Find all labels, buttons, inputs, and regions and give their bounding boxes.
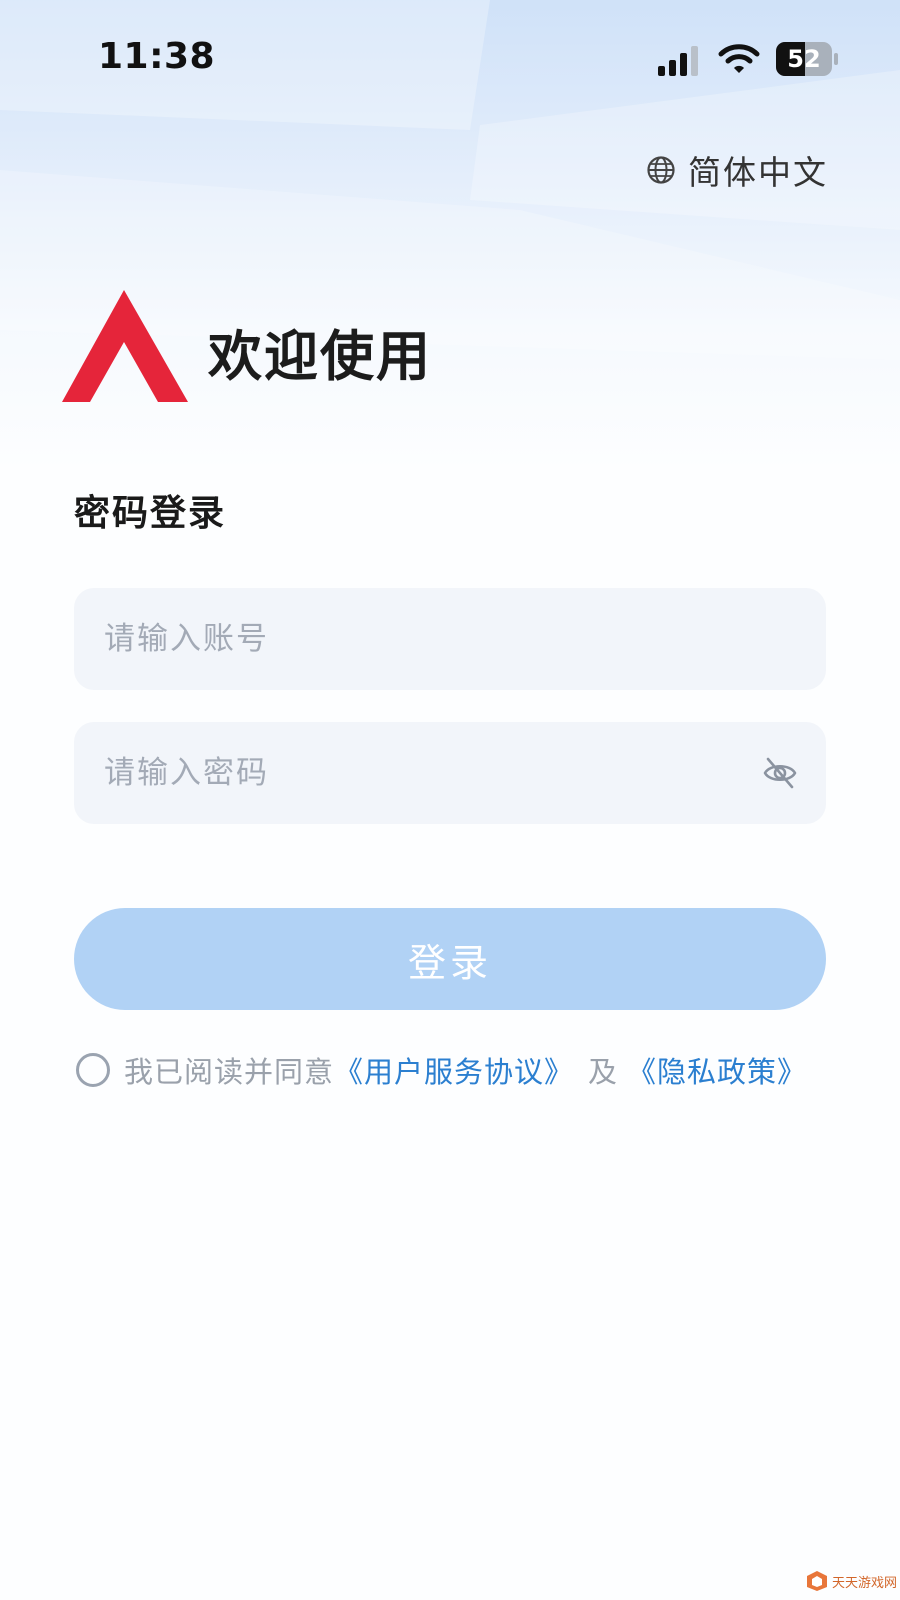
agreement-row: 我已阅读并同意 《用户服务协议》 及 《隐私政策》 (76, 1048, 807, 1092)
wifi-icon (718, 44, 760, 73)
signal-icon (658, 46, 698, 76)
password-field[interactable] (74, 722, 826, 824)
eye-off-icon[interactable] (762, 755, 798, 791)
password-input[interactable] (102, 754, 762, 792)
privacy-link[interactable]: 《隐私政策》 (627, 1049, 807, 1091)
welcome-heading: 欢迎使用 (208, 325, 432, 388)
watermark: 天天游戏网 (806, 1570, 897, 1592)
language-switch[interactable]: 简体中文 (646, 148, 828, 192)
account-field[interactable] (74, 588, 826, 690)
agreement-and: 及 (588, 1055, 618, 1089)
status-time: 11:38 (98, 36, 216, 77)
agreement-checkbox[interactable] (76, 1053, 110, 1087)
login-method-title: 密码登录 (74, 493, 227, 534)
globe-icon (647, 156, 675, 184)
watermark-logo (807, 1571, 827, 1591)
agreement-text: 我已阅读并同意 (124, 1055, 335, 1089)
battery-level: 52 (787, 45, 821, 73)
terms-link[interactable]: 《用户服务协议》 (334, 1049, 574, 1091)
login-button[interactable]: 登录 (74, 908, 826, 1010)
brand-logo (62, 290, 188, 402)
account-input[interactable] (102, 620, 798, 658)
language-label: 简体中文 (688, 153, 828, 192)
watermark-text: 天天游戏网 (832, 1575, 898, 1591)
